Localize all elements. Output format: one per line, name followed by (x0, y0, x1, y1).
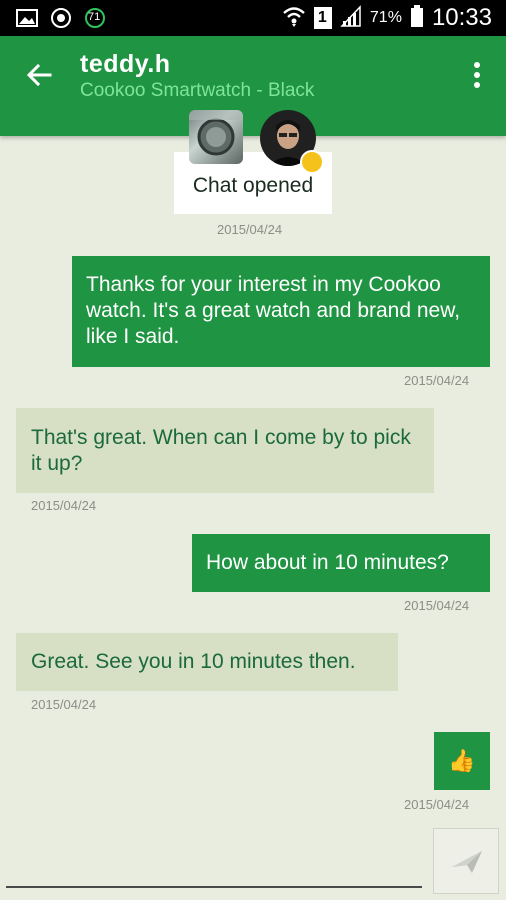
message-date: 2015/04/24 (404, 797, 470, 812)
status-bar: 71 1 71% 10:33 (0, 0, 506, 36)
message-bubble-received[interactable]: That's great. When can I come by to pick… (16, 408, 434, 493)
listing-title[interactable]: Cookoo Smartwatch - Black (80, 80, 314, 102)
battery-icon (410, 4, 424, 32)
arrow-left-icon (26, 63, 52, 87)
message-text: How about in 10 minutes? (206, 551, 449, 574)
battery-percent: 71% (369, 9, 402, 26)
sync-icon (50, 7, 72, 29)
message-bubble-sent[interactable]: How about in 10 minutes? (192, 534, 490, 592)
back-button[interactable] (22, 58, 56, 92)
verified-badge-icon (300, 150, 324, 174)
message-text: Great. See you in 10 minutes then. (31, 650, 356, 673)
message-bubble-received[interactable]: Great. See you in 10 minutes then. (16, 633, 398, 691)
message-date: 2015/04/24 (404, 598, 470, 613)
overflow-menu-icon (474, 62, 480, 68)
message-text: That's great. When can I come by to pick… (31, 426, 411, 475)
gallery-icon (16, 7, 38, 29)
message-bubble-sent[interactable]: 👍 (434, 732, 490, 790)
send-button[interactable] (433, 828, 499, 894)
clock: 10:33 (431, 4, 492, 31)
wifi-icon (282, 5, 306, 32)
app-bar: teddy.h Cookoo Smartwatch - Black (0, 36, 506, 136)
message-input[interactable] (6, 886, 422, 888)
notification-badge-icon: 71 (84, 7, 106, 29)
notification-badge-count: 71 (88, 11, 101, 23)
message-date: 2015/04/24 (31, 498, 97, 513)
message-date: 2015/04/24 (404, 373, 470, 388)
message-bubble-sent[interactable]: Thanks for your interest in my Cookoo wa… (72, 256, 490, 367)
chat-opened-label: Chat opened (192, 174, 314, 197)
signal-icon (340, 4, 362, 32)
sim-icon: 1 (313, 7, 332, 29)
item-thumbnail[interactable] (189, 110, 243, 164)
contact-name[interactable]: teddy.h (80, 50, 171, 79)
chat-opened-date: 2015/04/24 (217, 222, 283, 237)
sim-number: 1 (317, 9, 327, 26)
message-date: 2015/04/24 (31, 697, 97, 712)
message-text: Thanks for your interest in my Cookoo wa… (86, 273, 461, 348)
thumbs-up-icon: 👍 (448, 748, 476, 773)
send-icon (452, 851, 482, 873)
overflow-menu-button[interactable] (472, 62, 482, 92)
